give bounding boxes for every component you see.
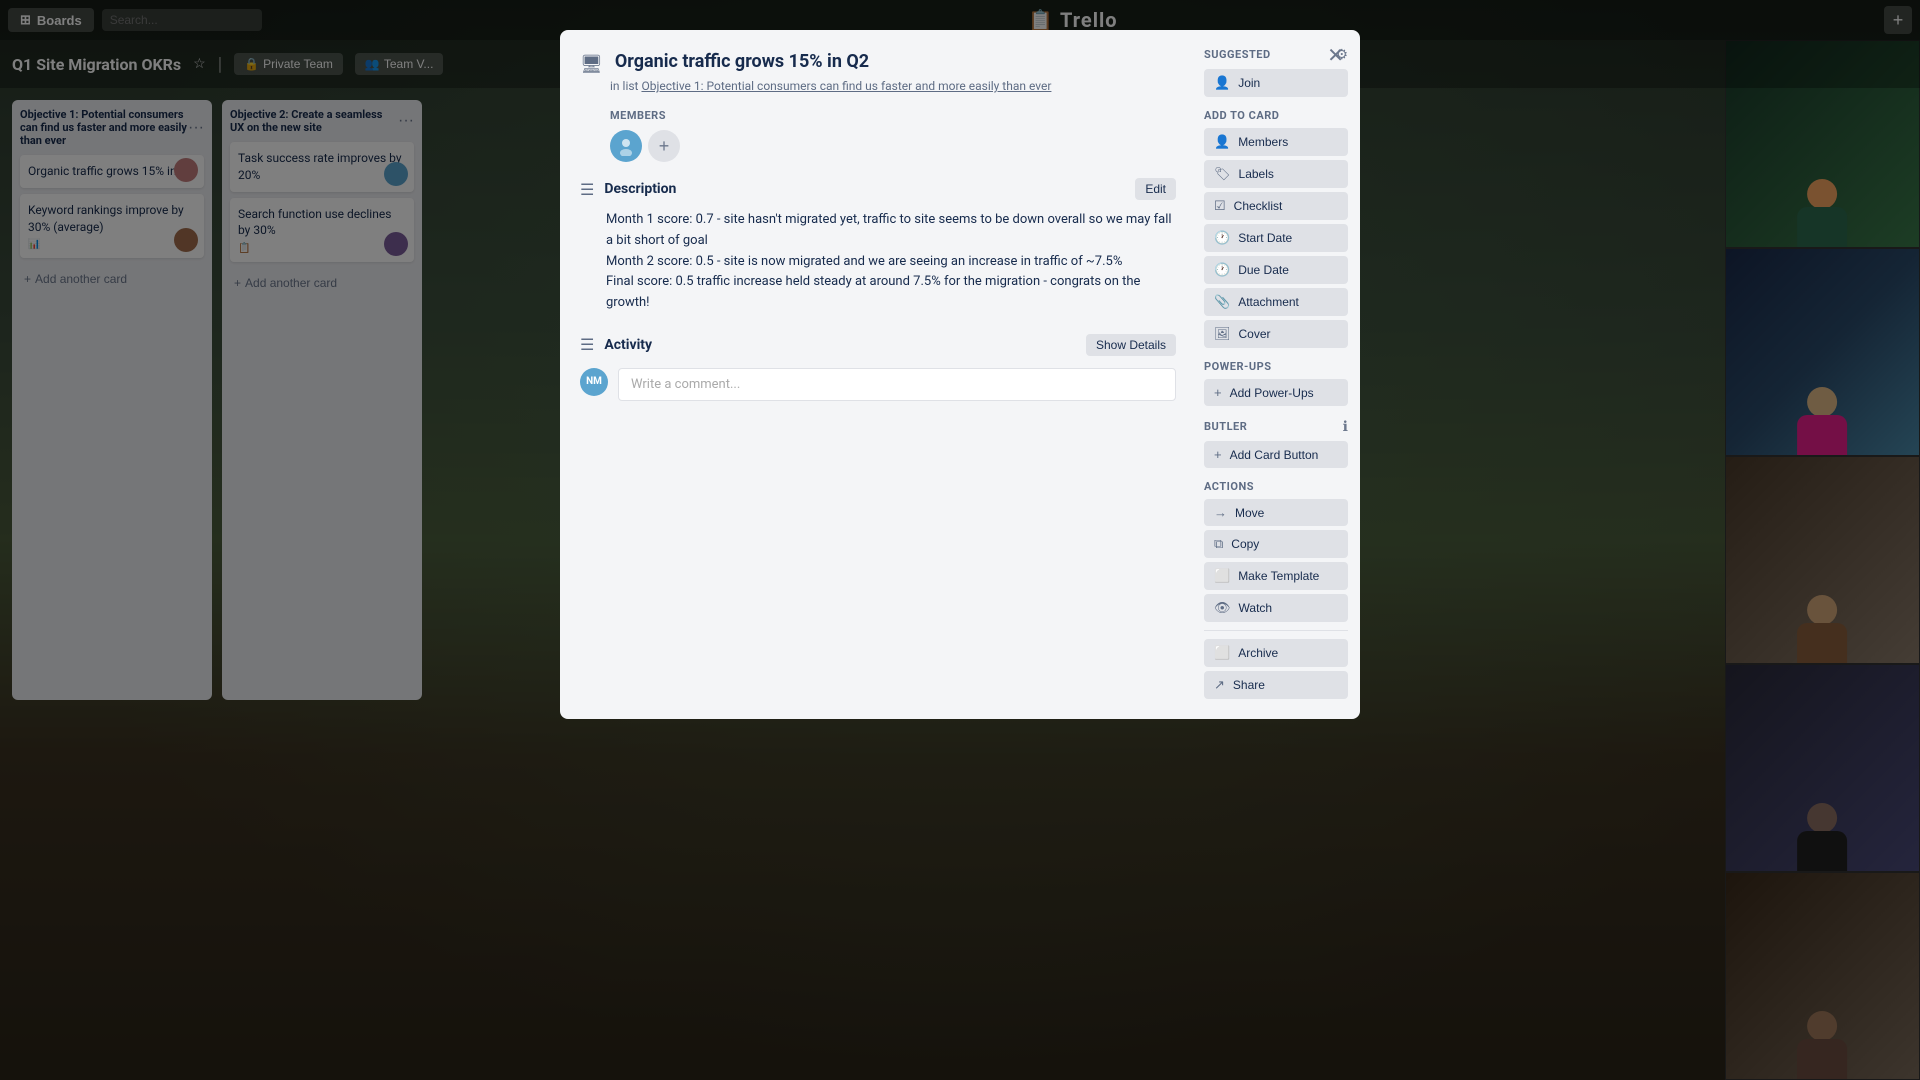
activity-section: ☰ Activity Show Details NM Write a comme… — [580, 334, 1176, 401]
comment-avatar: NM — [580, 368, 608, 396]
watch-icon: 👁 — [1214, 600, 1231, 616]
butler-info-button[interactable]: ℹ — [1343, 418, 1348, 435]
due-date-button[interactable]: 🕐 Due Date — [1204, 256, 1348, 284]
description-text: Month 1 score: 0.7 - site hasn't migrate… — [606, 210, 1176, 314]
add-member-button[interactable]: + — [648, 130, 680, 162]
modal-main: 🖥 Organic traffic grows 15% in Q2 in lis… — [560, 30, 1192, 719]
power-ups-label: POWER-UPS — [1204, 360, 1348, 373]
move-button[interactable]: → Move — [1204, 499, 1348, 526]
modal-close-button[interactable]: ✕ — [1323, 42, 1348, 70]
add-to-card-label: ADD TO CARD — [1204, 109, 1348, 122]
card-detail-modal: 🖥 Organic traffic grows 15% in Q2 in lis… — [560, 30, 1360, 719]
members-icon: 👤 — [1214, 134, 1230, 150]
labels-icon: 🏷 — [1214, 166, 1231, 182]
comment-row: NM Write a comment... — [580, 368, 1176, 401]
members-section-label: MEMBERS — [610, 109, 1176, 122]
butler-label: BUTLER ℹ — [1204, 418, 1348, 435]
cover-icon: 🖼 — [1214, 326, 1231, 342]
plus-card-icon: + — [1214, 447, 1222, 462]
member-avatar-1 — [610, 130, 642, 162]
sidebar-divider — [1204, 630, 1348, 631]
modal-sidebar: SUGGESTED ⚙ 👤 Join ADD TO CARD 👤 Members… — [1192, 30, 1360, 719]
join-icon: 👤 — [1214, 75, 1230, 91]
cover-button[interactable]: 🖼 Cover — [1204, 320, 1348, 348]
edit-description-button[interactable]: Edit — [1135, 178, 1176, 200]
add-card-button-sidebar[interactable]: + Add Card Button — [1204, 441, 1348, 468]
watch-button[interactable]: 👁 Watch — [1204, 594, 1348, 622]
start-date-button[interactable]: 🕐 Start Date — [1204, 224, 1348, 252]
members-row: + — [610, 130, 1176, 162]
attachment-icon: 📎 — [1214, 294, 1230, 310]
show-details-button[interactable]: Show Details — [1086, 334, 1176, 356]
description-title: Description — [604, 181, 1125, 197]
member-avatar-img — [616, 136, 636, 156]
plus-power-icon: + — [1214, 385, 1222, 400]
modal-header: 🖥 Organic traffic grows 15% in Q2 — [580, 50, 1176, 75]
move-icon: → — [1214, 505, 1227, 520]
share-icon: ↗ — [1214, 677, 1225, 693]
template-icon: ⬜ — [1214, 568, 1230, 584]
activity-title: Activity — [604, 337, 652, 353]
modal-title: Organic traffic grows 15% in Q2 — [615, 50, 1176, 73]
clock-icon: 🕐 — [1214, 230, 1230, 246]
activity-header: ☰ Activity Show Details — [580, 334, 1176, 356]
make-template-button[interactable]: ⬜ Make Template — [1204, 562, 1348, 590]
attachment-button[interactable]: 📎 Attachment — [1204, 288, 1348, 316]
modal-overlay[interactable]: 🖥 Organic traffic grows 15% in Q2 in lis… — [0, 0, 1920, 1080]
copy-button[interactable]: ⧉ Copy — [1204, 530, 1348, 558]
activity-left: ☰ Activity — [580, 335, 652, 354]
due-date-icon: 🕐 — [1214, 262, 1230, 278]
join-button[interactable]: 👤 Join — [1204, 69, 1348, 97]
add-power-ups-button[interactable]: + Add Power-Ups — [1204, 379, 1348, 406]
archive-icon: ⬜ — [1214, 645, 1230, 661]
modal-list-ref: in list Objective 1: Potential consumers… — [610, 79, 1176, 93]
comment-input[interactable]: Write a comment... — [618, 368, 1176, 401]
copy-icon: ⧉ — [1214, 536, 1223, 552]
activity-icon: ☰ — [580, 335, 594, 354]
actions-label: ACTIONS — [1204, 480, 1348, 493]
checklist-icon: ☑ — [1214, 198, 1226, 214]
labels-button[interactable]: 🏷 Labels — [1204, 160, 1348, 188]
desc-header: ☰ Description Edit — [580, 178, 1176, 200]
modal-list-ref-link[interactable]: Objective 1: Potential consumers can fin… — [641, 79, 1051, 93]
description-icon: ☰ — [580, 180, 594, 199]
share-button[interactable]: ↗ Share — [1204, 671, 1348, 699]
checklist-button[interactable]: ☑ Checklist — [1204, 192, 1348, 220]
description-section: ☰ Description Edit Month 1 score: 0.7 - … — [580, 178, 1176, 314]
members-button[interactable]: 👤 Members — [1204, 128, 1348, 156]
archive-button[interactable]: ⬜ Archive — [1204, 639, 1348, 667]
card-detail-icon: 🖥 — [580, 54, 603, 75]
